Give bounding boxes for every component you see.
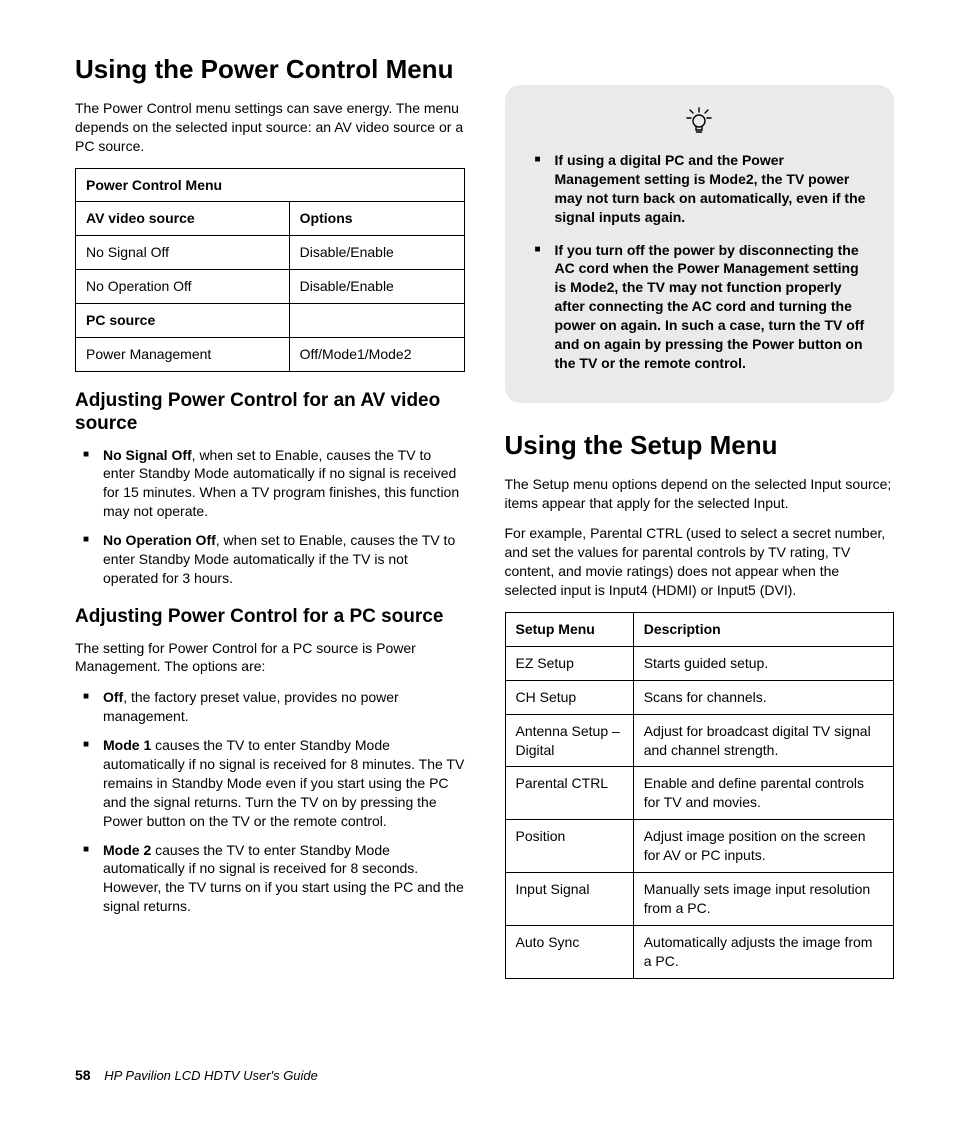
setup-menu-table: Setup Menu Description EZ SetupStarts gu…	[505, 612, 895, 979]
heading-pc-adjust: Adjusting Power Control for a PC source	[75, 606, 465, 629]
list-item: No Operation Off, when set to Enable, ca…	[103, 531, 465, 588]
footer-title: HP Pavilion LCD HDTV User's Guide	[104, 1068, 318, 1083]
note-box: If using a digital PC and the Power Mana…	[505, 85, 895, 403]
lightbulb-icon	[527, 107, 873, 139]
col-header-setup: Setup Menu	[505, 613, 633, 647]
note-list: If using a digital PC and the Power Mana…	[527, 151, 873, 373]
pc-intro: The setting for Power Control for a PC s…	[75, 639, 465, 677]
page-columns: Using the Power Control Menu The Power C…	[75, 55, 894, 995]
heading-av-adjust: Adjusting Power Control for an AV video …	[75, 390, 465, 436]
page-number: 58	[75, 1067, 91, 1083]
col-header-av: AV video source	[76, 202, 290, 236]
setup-p1: The Setup menu options depend on the sel…	[505, 475, 895, 513]
table-title: Power Control Menu	[76, 168, 465, 202]
col-header-pc: PC source	[76, 304, 290, 338]
intro-paragraph: The Power Control menu settings can save…	[75, 99, 465, 156]
left-column: Using the Power Control Menu The Power C…	[75, 55, 465, 995]
table-row: No Operation Off Disable/Enable	[76, 270, 465, 304]
table-row: No Signal Off Disable/Enable	[76, 236, 465, 270]
list-item: No Signal Off, when set to Enable, cause…	[103, 446, 465, 522]
list-item: Mode 1 causes the TV to enter Standby Mo…	[103, 736, 465, 830]
heading-setup-menu: Using the Setup Menu	[505, 431, 895, 461]
heading-power-control: Using the Power Control Menu	[75, 55, 465, 85]
note-item: If you turn off the power by disconnecti…	[555, 241, 873, 373]
power-control-table: Power Control Menu AV video source Optio…	[75, 168, 465, 372]
av-list: No Signal Off, when set to Enable, cause…	[75, 446, 465, 588]
table-row: PositionAdjust image position on the scr…	[505, 820, 894, 873]
table-row: Antenna Setup – DigitalAdjust for broadc…	[505, 714, 894, 767]
page-footer: 58 HP Pavilion LCD HDTV User's Guide	[75, 1066, 318, 1085]
list-item: Mode 2 causes the TV to enter Standby Mo…	[103, 841, 465, 917]
table-row: Parental CTRLEnable and define parental …	[505, 767, 894, 820]
col-header-desc: Description	[633, 613, 893, 647]
note-item: If using a digital PC and the Power Mana…	[555, 151, 873, 227]
table-row: Input SignalManually sets image input re…	[505, 873, 894, 926]
table-row: Auto SyncAutomatically adjusts the image…	[505, 925, 894, 978]
list-item: Off, the factory preset value, provides …	[103, 688, 465, 726]
pc-list: Off, the factory preset value, provides …	[75, 688, 465, 916]
col-header-options: Options	[289, 202, 464, 236]
right-column: If using a digital PC and the Power Mana…	[505, 55, 895, 995]
setup-p2: For example, Parental CTRL (used to sele…	[505, 524, 895, 600]
table-row: EZ SetupStarts guided setup.	[505, 646, 894, 680]
table-row: CH SetupScans for channels.	[505, 680, 894, 714]
table-row: Power Management Off/Mode1/Mode2	[76, 338, 465, 372]
